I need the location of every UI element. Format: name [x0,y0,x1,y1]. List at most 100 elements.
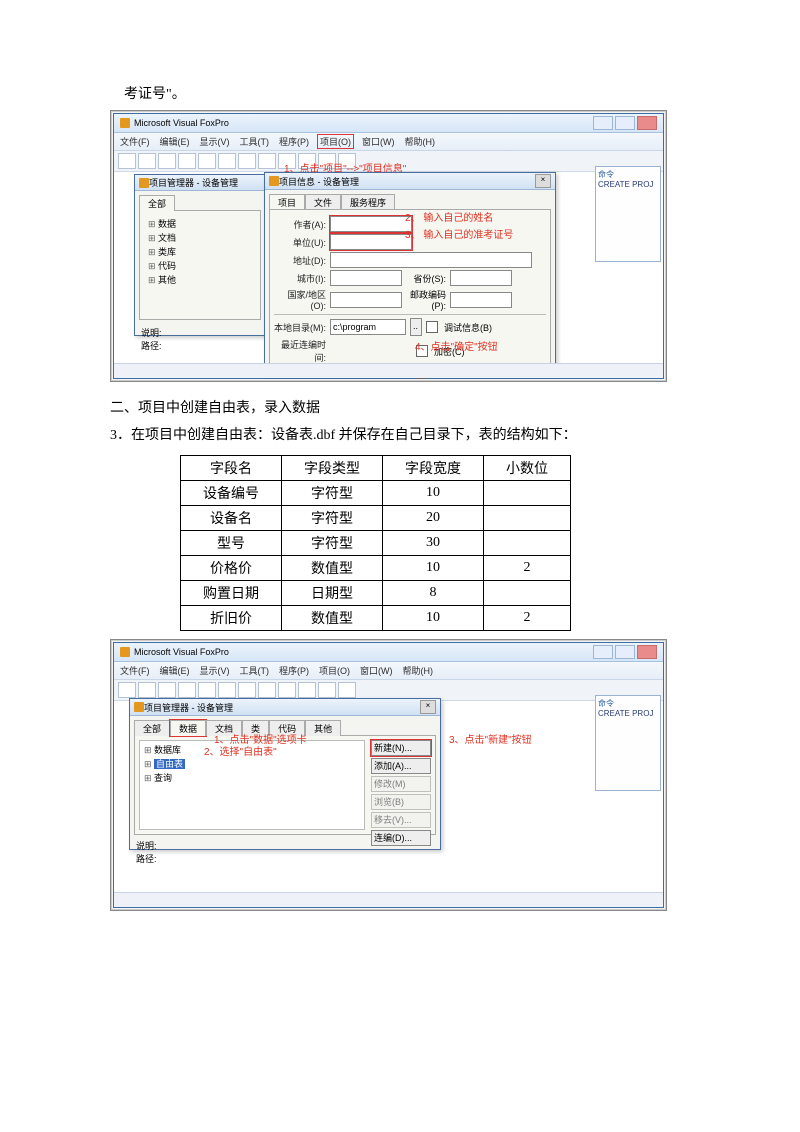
postal-input[interactable] [450,292,512,308]
unit-label: 单位(U): [274,236,326,249]
addr-input[interactable] [330,252,532,268]
homedir-label: 本地目录(M): [274,321,326,334]
tab-server[interactable]: 服务程序 [341,194,395,210]
modify-button[interactable]: 修改(M) [371,776,431,792]
td: 20 [383,506,484,531]
menu-item[interactable]: 帮助(H) [405,135,436,148]
toolbar-button[interactable] [178,682,196,698]
toolbar-button[interactable] [158,153,176,169]
th: 字段宽度 [383,456,484,481]
td: 10 [383,481,484,506]
tree-item[interactable]: 数据 [148,217,252,231]
toolbar-button[interactable] [138,153,156,169]
menu-item-project[interactable]: 项目(O) [317,134,354,149]
city-input[interactable] [330,270,402,286]
path-label: 路径: [136,854,157,864]
add-button[interactable]: 添加(A)... [371,758,431,774]
command-window[interactable]: 命令 CREATE PROJ [595,166,661,262]
minimize-button[interactable] [593,116,613,130]
icon-button[interactable]: 图标(N)... [486,381,546,382]
menu-item[interactable]: 程序(P) [279,664,309,677]
tree-item[interactable]: 代码 [148,259,252,273]
tab-other[interactable]: 其他 [305,720,341,736]
foxpro-icon [134,702,144,712]
toolbar-button[interactable] [218,682,236,698]
menu-item[interactable]: 项目(O) [319,664,350,677]
tab-files[interactable]: 文件 [305,194,341,210]
command-window[interactable]: 命令 CREATE PROJ [595,695,661,791]
menu-item[interactable]: 工具(T) [240,664,270,677]
remove-button[interactable]: 移去(V)... [371,812,431,828]
window-close-button[interactable]: × [420,700,436,714]
titlebar: Microsoft Visual FoxPro [114,114,663,133]
project-tree[interactable]: 数据 文档 类库 代码 其他 [144,215,256,289]
tree-item[interactable]: 其他 [148,273,252,287]
menu-item[interactable]: 窗口(W) [360,664,393,677]
tree-item[interactable]: 文档 [148,231,252,245]
menu-item[interactable]: 工具(T) [240,135,270,148]
maximize-button[interactable] [615,116,635,130]
td: 日期型 [282,581,383,606]
homedir-input[interactable]: c:\program [330,319,406,335]
country-input[interactable] [330,292,402,308]
menu-item[interactable]: 编辑(E) [160,664,190,677]
browse-button[interactable]: .. [410,318,422,336]
toolbar-button[interactable] [138,682,156,698]
annotation-4: 4、点击"确定"按钮 [415,338,498,353]
foxpro-icon [139,178,149,188]
td: 购置日期 [181,581,282,606]
titlebar: Microsoft Visual FoxPro [114,643,663,662]
menu-item[interactable]: 文件(F) [120,664,150,677]
toolbar-button[interactable] [238,682,256,698]
th: 小数位 [484,456,571,481]
toolbar-button[interactable] [258,682,276,698]
debug-checkbox[interactable] [426,321,438,333]
lastbuilt-label: 最近连编时间: [274,338,326,364]
debug-label: 调试信息(B) [444,321,492,334]
toolbar-button[interactable] [118,153,136,169]
toolbar-button[interactable] [178,153,196,169]
unit-input[interactable] [330,234,412,250]
toolbar-button[interactable] [238,153,256,169]
toolbar-button[interactable] [198,682,216,698]
tab-all[interactable]: 全部 [139,195,175,211]
minimize-button[interactable] [593,645,613,659]
th: 字段类型 [282,456,383,481]
browse-button[interactable]: 浏览(B) [371,794,431,810]
menu-item[interactable]: 显示(V) [200,135,230,148]
toolbar-button[interactable] [278,682,296,698]
new-button[interactable]: 新建(N)... [371,740,431,756]
td: 10 [383,606,484,631]
toolbar-button[interactable] [298,682,316,698]
tab-all[interactable]: 全部 [134,720,170,736]
tab-project[interactable]: 项目 [269,194,305,210]
author-input[interactable] [330,216,412,232]
intro-tail: 考证号"。 [110,84,740,106]
tab-data[interactable]: 数据 [170,720,206,736]
close-button[interactable] [637,645,657,659]
toolbar-button[interactable] [258,153,276,169]
menu-item[interactable]: 程序(P) [279,135,309,148]
toolbar-button[interactable] [118,682,136,698]
maximize-button[interactable] [615,645,635,659]
state-input[interactable] [450,270,512,286]
menu-item[interactable]: 帮助(H) [403,664,434,677]
close-button[interactable] [637,116,657,130]
td: 数值型 [282,606,383,631]
menu-item[interactable]: 编辑(E) [160,135,190,148]
tree-freetable[interactable]: 自由表 [144,757,360,771]
tree-item[interactable]: 类库 [148,245,252,259]
build-button[interactable]: 连编(D)... [371,830,431,846]
td [484,531,571,556]
menu-item[interactable]: 显示(V) [200,664,230,677]
menu-item[interactable]: 文件(F) [120,135,150,148]
dialog-close-button[interactable]: × [535,174,551,188]
tree-query[interactable]: 查询 [144,771,360,785]
toolbar-button[interactable] [338,682,356,698]
menu-item[interactable]: 窗口(W) [362,135,395,148]
toolbar-button[interactable] [318,682,336,698]
td: 2 [484,606,571,631]
toolbar-button[interactable] [158,682,176,698]
toolbar-button[interactable] [218,153,236,169]
toolbar-button[interactable] [198,153,216,169]
